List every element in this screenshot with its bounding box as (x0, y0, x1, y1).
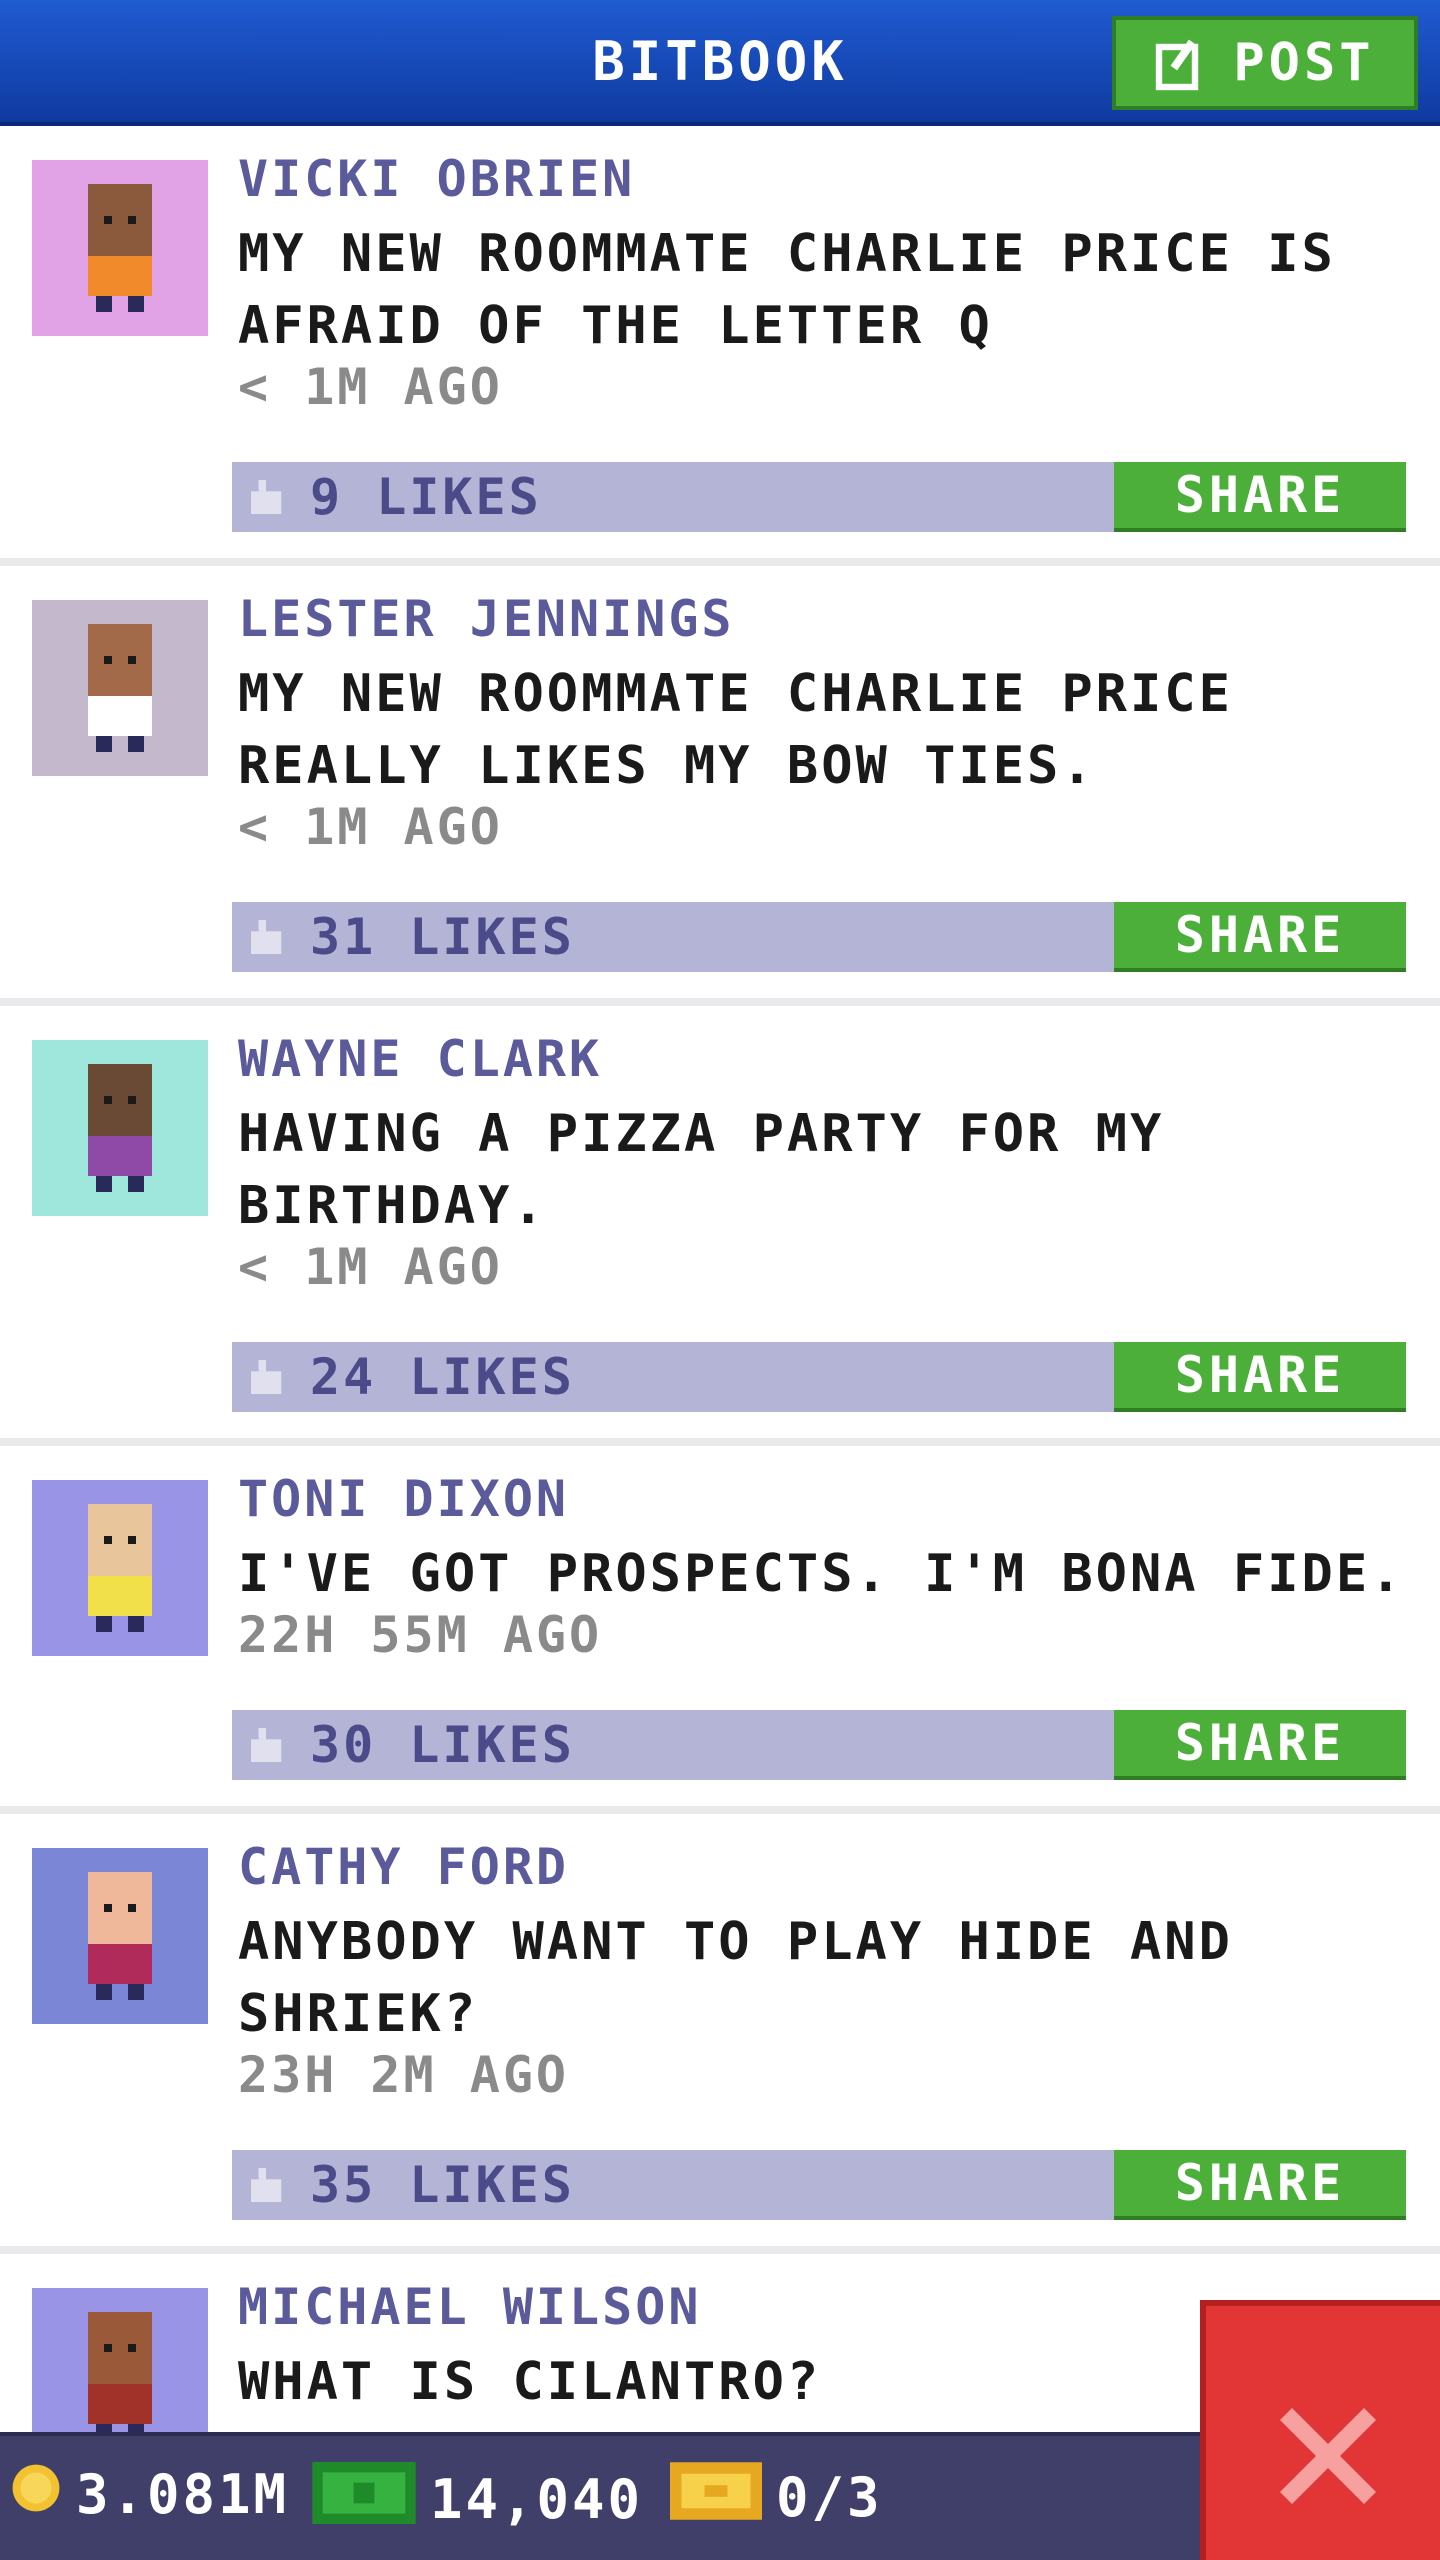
thumbs-up-icon (246, 480, 290, 518)
like-bar: 30 LIKES SHARE (232, 1710, 1406, 1780)
share-button[interactable]: SHARE (1114, 462, 1406, 532)
post-message: MY NEW ROOMMATE CHARLIE PRICE REALLY LIK… (238, 664, 1233, 796)
avatar (32, 1480, 208, 1656)
thumbs-up-icon (246, 2168, 290, 2206)
share-button[interactable]: SHARE (1114, 902, 1406, 972)
avatar (32, 1848, 208, 2024)
coin-amount: 3.081M (76, 2463, 290, 2526)
thumbs-up-icon (246, 1728, 290, 1766)
post-time: 22H 55M AGO (238, 1606, 603, 1664)
ticket-counter: 0/3 (670, 2462, 883, 2533)
like-bar: 9 LIKES SHARE (232, 462, 1406, 532)
share-button[interactable]: SHARE (1114, 2150, 1406, 2220)
app-header: BITBOOK POST (0, 0, 1440, 126)
post-message: I'VE GOT PROSPECTS. I'M BONA FIDE. (238, 1544, 1405, 1604)
post-author: CATHY FORD (238, 1838, 570, 1896)
like-count: 30 LIKES (310, 1716, 575, 1774)
feed-post: TONI DIXON I'VE GOT PROSPECTS. I'M BONA … (0, 1446, 1440, 1814)
share-button[interactable]: SHARE (1114, 1342, 1406, 1412)
post-time: < 1M AGO (238, 358, 503, 416)
post-author: WAYNE CLARK (238, 1030, 603, 1088)
post-message: ANYBODY WANT TO PLAY HIDE AND SHRIEK? (238, 1912, 1233, 2044)
coin-icon (10, 2462, 62, 2527)
coin-counter: 3.081M (10, 2462, 289, 2527)
feed-post: WAYNE CLARK HAVING A PIZZA PARTY FOR MY … (0, 1006, 1440, 1446)
feed-post: CATHY FORD ANYBODY WANT TO PLAY HIDE AND… (0, 1814, 1440, 2254)
post-message: HAVING A PIZZA PARTY FOR MY BIRTHDAY. (238, 1104, 1165, 1236)
post-author: LESTER JENNINGS (238, 590, 735, 648)
post-time: < 1M AGO (238, 798, 503, 856)
bux-amount: 14,040 (430, 2468, 644, 2531)
thumbs-up-icon (246, 1360, 290, 1398)
feed-post: VICKI OBRIEN MY NEW ROOMMATE CHARLIE PRI… (0, 126, 1440, 566)
ticket-icon (670, 2462, 762, 2533)
close-icon (1268, 2396, 1388, 2520)
ticket-amount: 0/3 (776, 2466, 883, 2529)
close-button[interactable] (1200, 2300, 1440, 2560)
bux-icon (312, 2462, 416, 2537)
edit-icon (1155, 35, 1211, 91)
post-button-label: POST (1233, 33, 1375, 93)
bux-counter: 14,040 (312, 2462, 643, 2537)
like-count: 24 LIKES (310, 1348, 575, 1406)
like-count: 35 LIKES (310, 2156, 575, 2214)
post-time: < 1M AGO (238, 1238, 503, 1296)
post-author: MICHAEL WILSON (238, 2278, 702, 2336)
post-author: VICKI OBRIEN (238, 150, 636, 208)
like-bar: 35 LIKES SHARE (232, 2150, 1406, 2220)
avatar (32, 160, 208, 336)
share-button[interactable]: SHARE (1114, 1710, 1406, 1780)
post-author: TONI DIXON (238, 1470, 570, 1528)
avatar (32, 600, 208, 776)
post-button[interactable]: POST (1112, 16, 1418, 110)
post-time: 23H 2M AGO (238, 2046, 570, 2104)
like-bar: 31 LIKES SHARE (232, 902, 1406, 972)
avatar (32, 1040, 208, 1216)
post-message: MY NEW ROOMMATE CHARLIE PRICE IS AFRAID … (238, 224, 1336, 356)
news-feed[interactable]: VICKI OBRIEN MY NEW ROOMMATE CHARLIE PRI… (0, 126, 1440, 2464)
like-bar: 24 LIKES SHARE (232, 1342, 1406, 1412)
feed-post: LESTER JENNINGS MY NEW ROOMMATE CHARLIE … (0, 566, 1440, 1006)
like-count: 9 LIKES (310, 468, 542, 526)
like-count: 31 LIKES (310, 908, 575, 966)
thumbs-up-icon (246, 920, 290, 958)
